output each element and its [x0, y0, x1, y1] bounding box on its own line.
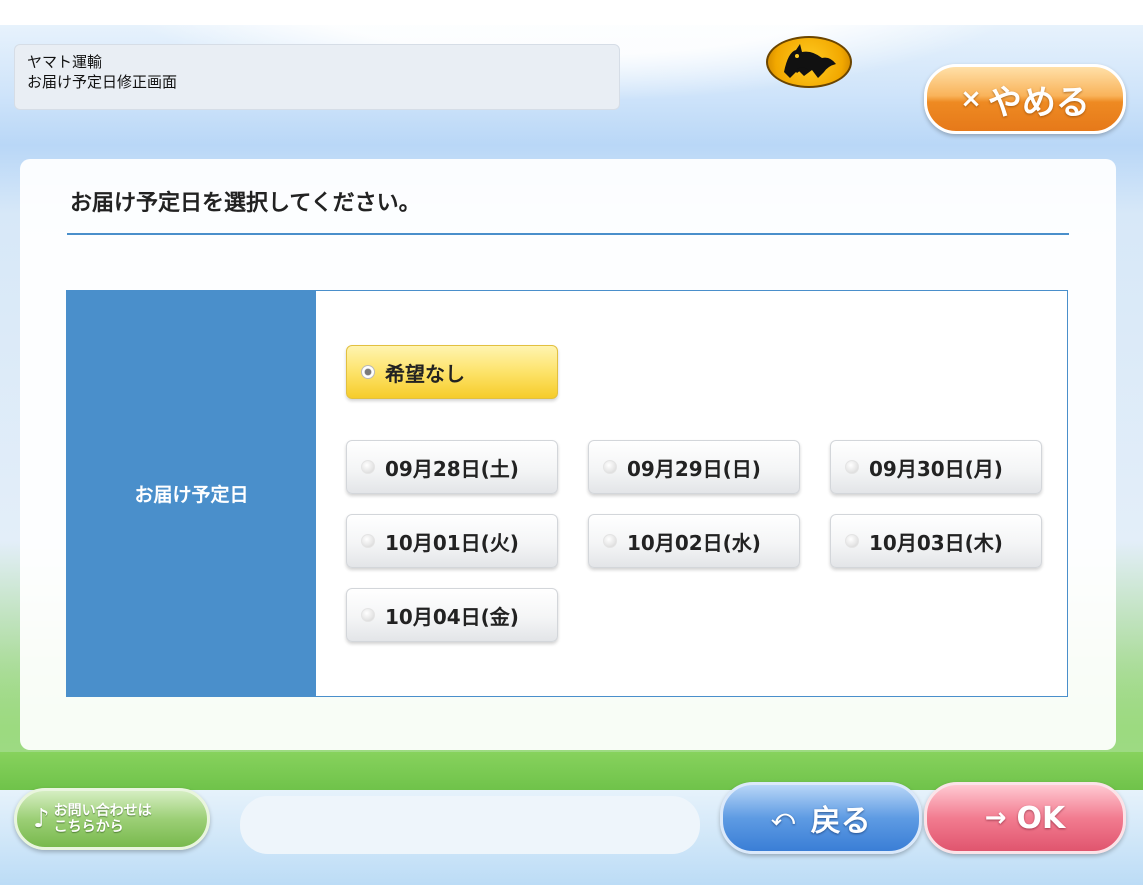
radio-selected-icon: [361, 365, 375, 379]
contact-button[interactable]: ♪ お問い合わせは こちらから: [14, 788, 210, 850]
radio-icon: [845, 534, 859, 548]
cancel-button-label: やめる: [987, 82, 1090, 123]
back-button-label: 戻る: [810, 804, 871, 839]
ok-button-label: OK: [1016, 800, 1066, 836]
option-date[interactable]: 10月01日(火): [346, 514, 558, 568]
radio-icon: [361, 460, 375, 474]
radio-icon: [603, 534, 617, 548]
option-date[interactable]: 10月04日(金): [346, 588, 558, 642]
screen-title: お届け予定日修正画面: [27, 73, 178, 91]
back-button[interactable]: ⤺ 戻る: [720, 782, 922, 854]
delivery-date-label: お届け予定日: [67, 291, 316, 696]
option-date[interactable]: 10月03日(木): [830, 514, 1042, 568]
radio-icon: [361, 608, 375, 622]
instruction-text: お届け予定日を選択してください。: [70, 191, 421, 216]
option-label: 10月02日(水): [627, 530, 761, 555]
contact-label: お問い合わせは こちらから: [54, 803, 152, 835]
divider: [67, 233, 1069, 235]
option-label: 09月28日(土): [385, 456, 519, 481]
cancel-button[interactable]: × やめる: [924, 64, 1126, 134]
ok-button[interactable]: → OK: [924, 782, 1126, 854]
option-label: 希望なし: [385, 361, 465, 386]
option-date[interactable]: 09月30日(月): [830, 440, 1042, 494]
phone-icon: ♪: [33, 804, 50, 834]
option-label: 10月04日(金): [385, 604, 519, 629]
option-label: 10月01日(火): [385, 530, 519, 555]
option-date[interactable]: 09月29日(日): [588, 440, 800, 494]
option-no-preference[interactable]: 希望なし: [346, 345, 558, 399]
arrow-right-icon: →: [984, 803, 1007, 833]
option-date[interactable]: 10月02日(水): [588, 514, 800, 568]
option-date[interactable]: 09月28日(土): [346, 440, 558, 494]
black-cat-icon: [766, 36, 852, 88]
radio-icon: [361, 534, 375, 548]
radio-icon: [603, 460, 617, 474]
header-info-box: ヤマト運輸 お届け予定日修正画面: [14, 44, 620, 110]
company-name: ヤマト運輸: [27, 53, 103, 71]
contact-label-line1: お問い合わせは: [53, 803, 152, 819]
undo-arrow-icon: ⤺: [771, 805, 795, 831]
option-label: 09月29日(日): [627, 456, 761, 481]
close-icon: ×: [960, 84, 982, 114]
contact-label-line2: こちらから: [53, 819, 124, 835]
option-label: 09月30日(月): [869, 456, 1003, 481]
radio-icon: [845, 460, 859, 474]
footer-message-bar: [240, 796, 700, 854]
option-label: 10月03日(木): [869, 530, 1003, 555]
